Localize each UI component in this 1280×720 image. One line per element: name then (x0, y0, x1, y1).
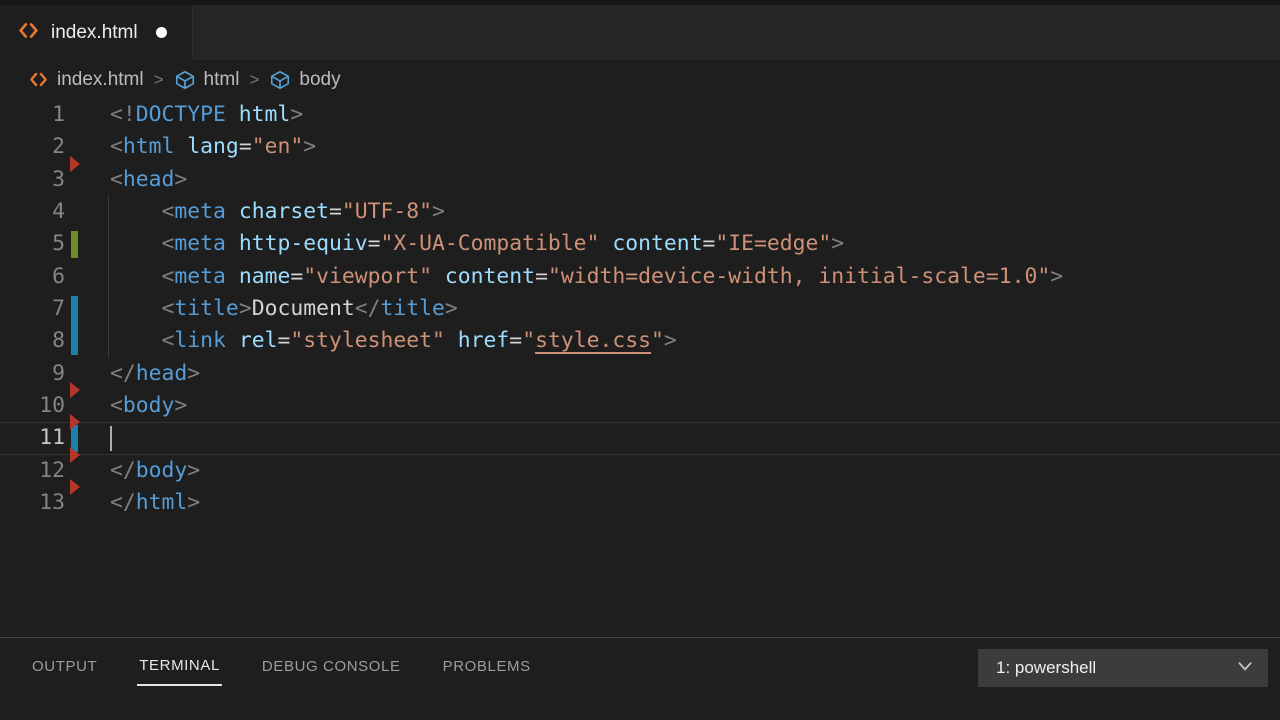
panel-tab-output[interactable]: OUTPUT (30, 644, 99, 685)
unsaved-changes-dot[interactable] (156, 27, 167, 38)
code-line[interactable]: 2 <html lang="en"> (0, 131, 1280, 163)
line-number: 5 (0, 228, 65, 260)
breadcrumb-item-body[interactable]: body (269, 69, 340, 91)
line-number: 8 (0, 325, 65, 357)
breadcrumb-item-file[interactable]: index.html (28, 69, 144, 91)
code-line[interactable]: 7 <title>Document</title> (0, 293, 1280, 325)
text-cursor (110, 426, 112, 451)
bottom-panel: OUTPUT TERMINAL DEBUG CONSOLE PROBLEMS 1… (0, 637, 1280, 720)
breadcrumb-item-html[interactable]: html (174, 69, 240, 91)
chevron-down-icon (1236, 657, 1254, 680)
code-text: <html lang="en"> (110, 131, 316, 163)
code-text: <meta http-equiv="X-UA-Compatible" conte… (110, 228, 844, 260)
line-number: 11 (0, 422, 65, 454)
html-file-icon (28, 70, 49, 89)
editor-tab-bar: index.html (0, 5, 1280, 60)
tab-label: index.html (51, 22, 138, 44)
breadcrumb-label: index.html (57, 69, 144, 91)
line-number: 9 (0, 358, 65, 390)
code-line[interactable]: 8 <link rel="stylesheet" href="style.css… (0, 325, 1280, 357)
code-text: <body> (110, 390, 187, 422)
code-text: <meta charset="UTF-8"> (110, 196, 445, 228)
code-lines: 1 <!DOCTYPE html> 2 <html lang="en"> 3 <head>… (0, 99, 1280, 637)
code-editor[interactable]: 1 <!DOCTYPE html> 2 <html lang="en"> 3 <head>… (0, 99, 1280, 637)
terminal-instance-select[interactable]: 1: powershell (978, 649, 1268, 687)
panel-tab-debug-console[interactable]: DEBUG CONSOLE (260, 644, 403, 685)
code-text: </head> (110, 358, 200, 390)
code-text: </html> (110, 487, 200, 519)
terminal-instance-label: 1: powershell (996, 658, 1096, 678)
line-number: 4 (0, 196, 65, 228)
line-number: 12 (0, 455, 65, 487)
code-line[interactable]: 1 <!DOCTYPE html> (0, 99, 1280, 131)
line-number: 1 (0, 99, 65, 131)
panel-tab-terminal[interactable]: TERMINAL (137, 643, 222, 686)
html-file-icon (17, 20, 40, 46)
code-text: <title>Document</title> (110, 293, 458, 325)
breadcrumb-label: body (299, 69, 340, 91)
line-number: 7 (0, 293, 65, 325)
code-line[interactable]: 3 <head> (0, 164, 1280, 196)
code-line[interactable]: 11 (0, 422, 1280, 454)
code-line[interactable]: 6 <meta name="viewport" content="width=d… (0, 261, 1280, 293)
line-number: 6 (0, 261, 65, 293)
line-number: 13 (0, 487, 65, 519)
breadcrumb-separator: > (154, 70, 164, 90)
code-text: <link rel="stylesheet" href="style.css"> (110, 325, 677, 357)
symbol-cube-icon (174, 69, 196, 91)
vscode-window: index.html index.html > html > (0, 0, 1280, 720)
line-number: 3 (0, 164, 65, 196)
code-line[interactable]: 13 </html> (0, 487, 1280, 519)
breadcrumb-label: html (204, 69, 240, 91)
line-number: 2 (0, 131, 65, 163)
code-line[interactable]: 4 <meta charset="UTF-8"> (0, 196, 1280, 228)
panel-tab-problems[interactable]: PROBLEMS (441, 644, 533, 685)
code-line[interactable]: 10 <body> (0, 390, 1280, 422)
code-text: </body> (110, 455, 200, 487)
code-line[interactable]: 5 <meta http-equiv="X-UA-Compatible" con… (0, 228, 1280, 260)
tab-index-html[interactable]: index.html (0, 5, 193, 60)
code-line[interactable]: 12 </body> (0, 455, 1280, 487)
breadcrumb-separator: > (249, 70, 259, 90)
symbol-cube-icon (269, 69, 291, 91)
line-number: 10 (0, 390, 65, 422)
breadcrumb: index.html > html > body (0, 60, 1280, 99)
code-text: <head> (110, 164, 187, 196)
code-text: <meta name="viewport" content="width=dev… (110, 261, 1063, 293)
code-line[interactable]: 9 </head> (0, 358, 1280, 390)
code-text: <!DOCTYPE html> (110, 99, 303, 131)
